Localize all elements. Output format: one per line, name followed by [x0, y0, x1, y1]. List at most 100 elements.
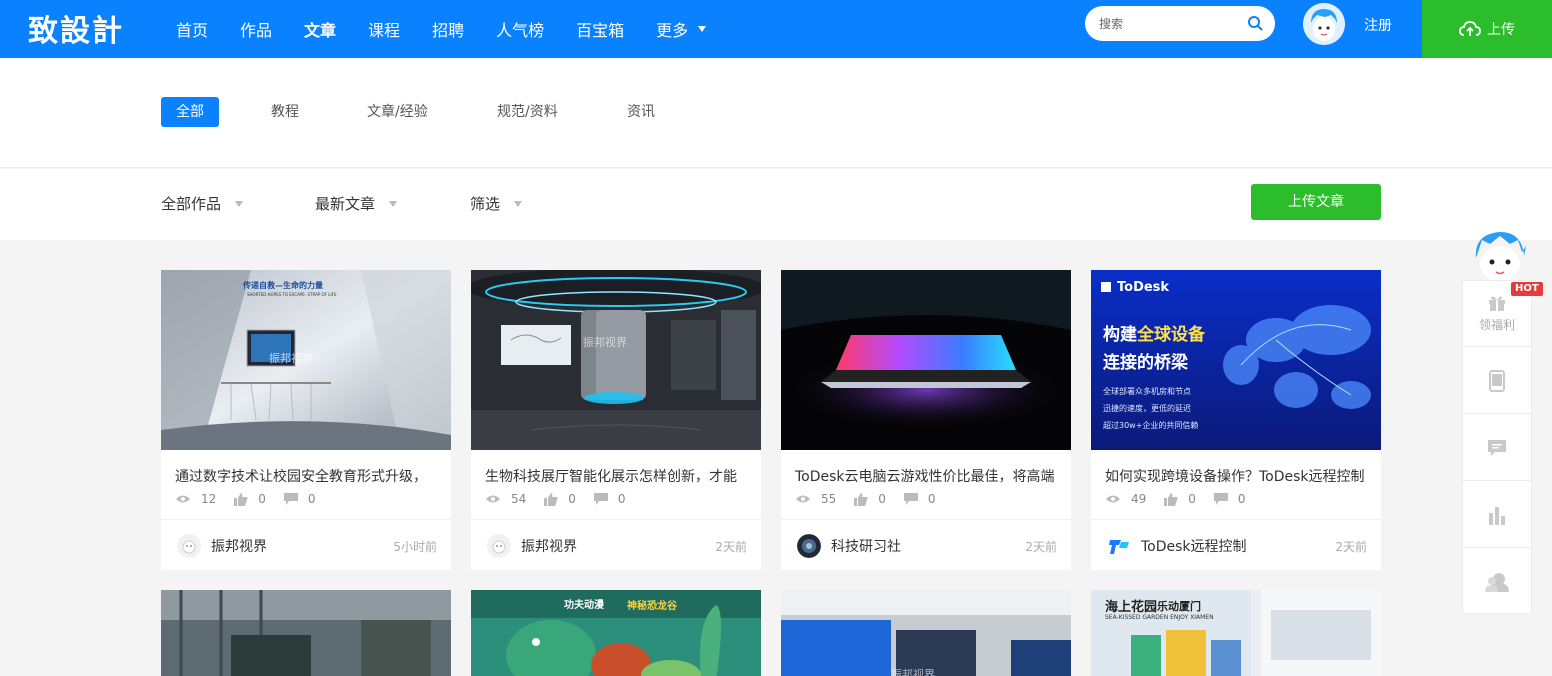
float-feedback[interactable] [1463, 415, 1531, 481]
card-title[interactable]: 通过数字技术让校园安全教育形式升级， [175, 466, 437, 486]
author-avatar [1107, 534, 1131, 558]
search-box [1085, 6, 1275, 41]
comment-icon [1213, 493, 1228, 505]
article-card-thumbnail[interactable]: 振邦视界 [781, 590, 1071, 676]
post-time: 5小时前 [393, 540, 437, 554]
hot-badge: HOT [1511, 282, 1543, 296]
card-thumbnail[interactable]: 传递自救—生命的力量 SHORTED HOPES TO ESCAPE- STRA… [161, 270, 451, 450]
nav-more-label: 更多 [656, 21, 689, 40]
card-divider [471, 519, 761, 520]
upload-button[interactable]: 上传 [1422, 0, 1552, 58]
nav-works[interactable]: 作品 [240, 17, 272, 41]
todesk-brand: ToDesk [1117, 280, 1170, 295]
article-card-thumbnail[interactable] [161, 590, 451, 676]
thumb-dino-text: 神秘恐龙谷 [627, 601, 677, 612]
card-author[interactable]: ToDesk远程控制 [1107, 534, 1247, 558]
register-link[interactable]: 注册 [1364, 15, 1392, 35]
article-card-thumbnail[interactable]: 功夫动漫 神秘恐龙谷 [471, 590, 761, 676]
thumbs-up-icon [1164, 492, 1178, 506]
filter-latest[interactable]: 最新文章 [315, 193, 398, 214]
like-count: 0 [878, 492, 886, 506]
float-mobile[interactable] [1463, 348, 1531, 414]
site-logo[interactable]: 致設計 [28, 6, 124, 50]
view-count: 55 [821, 492, 837, 506]
card-author[interactable]: 振邦视界 [177, 534, 267, 558]
view-count: 12 [201, 492, 217, 506]
author-avatar [797, 534, 821, 558]
card-divider [781, 519, 1071, 520]
card-stats: 55 0 0 [795, 492, 954, 506]
category-specs[interactable]: 规范/资料 [497, 97, 558, 127]
filter-screen[interactable]: 筛选 [470, 193, 523, 214]
mascot-icon[interactable] [1470, 228, 1530, 284]
float-welfare-label: 领福利 [1478, 318, 1515, 332]
todesk-bullet-1: 全球部署众多机房和节点 [1103, 387, 1191, 396]
thumb-kungfu-text: 功夫动漫 [564, 600, 604, 611]
card-stats: 12 0 0 [175, 492, 334, 506]
nav-courses[interactable]: 课程 [368, 17, 400, 41]
nav-jobs[interactable]: 招聘 [432, 17, 464, 41]
filter-screen-label: 筛选 [470, 195, 501, 213]
article-card: 振邦视界 生物科技展厅智能化展示怎样创新，才能 54 0 0 振邦视界 2天前 [471, 270, 761, 570]
article-card-thumbnail[interactable]: 海上花园 乐动厦门 SEA-KISSED GARDEN ENJOY XIAMEN [1091, 590, 1381, 676]
comment-icon [903, 493, 918, 505]
nav-toolbox[interactable]: 百宝箱 [576, 17, 624, 41]
upload-label: 上传 [1487, 22, 1515, 38]
card-thumbnail[interactable] [781, 270, 1071, 450]
float-ranking[interactable] [1463, 482, 1531, 548]
search-icon[interactable] [1247, 15, 1263, 31]
todesk-headline-2: 连接的桥梁 [1103, 353, 1188, 373]
category-experience[interactable]: 文章/经验 [367, 97, 428, 127]
thumb-banner-subtext: SHORTED HOPES TO ESCAPE- STRAP OF LIFE [247, 292, 337, 297]
category-tutorial[interactable]: 教程 [271, 97, 299, 127]
comment-count: 0 [307, 492, 316, 506]
card-title[interactable]: ToDesk云电脑云游戏性价比最佳，将高端 [795, 466, 1057, 486]
chevron-down-icon [698, 26, 707, 32]
card-title[interactable]: 如何实现跨境设备操作？ToDesk远程控制 [1105, 466, 1367, 486]
post-time: 2天前 [715, 540, 747, 554]
comment-icon [283, 493, 298, 505]
comment-icon [593, 493, 608, 505]
filter-bar: 全部作品 最新文章 筛选 上传文章 [0, 169, 1552, 240]
floating-sidebar: 领福利 [1462, 280, 1532, 614]
watermark-text: 振邦视界 [583, 336, 627, 349]
nav-home[interactable]: 首页 [176, 17, 208, 41]
thumb-garden-text-2: 乐动厦门 [1157, 600, 1201, 613]
filter-all-works[interactable]: 全部作品 [161, 193, 244, 214]
card-divider [1091, 519, 1381, 520]
eye-icon [1106, 495, 1120, 503]
bar-chart-icon [1489, 506, 1505, 525]
nav-articles[interactable]: 文章 [304, 17, 336, 41]
search-input[interactable] [1099, 14, 1239, 33]
chevron-down-icon [514, 200, 523, 207]
float-group[interactable] [1463, 549, 1531, 615]
thumb-garden-text: 海上花园 [1105, 600, 1158, 615]
card-author[interactable]: 科技研习社 [797, 534, 901, 558]
watermark-text: 振邦视界 [269, 352, 313, 365]
author-name: 振邦视界 [521, 539, 577, 555]
user-avatar[interactable] [1303, 3, 1345, 45]
card-title[interactable]: 生物科技展厅智能化展示怎样创新，才能 [485, 466, 747, 486]
upload-article-button[interactable]: 上传文章 [1251, 184, 1381, 220]
card-author[interactable]: 振邦视界 [487, 534, 577, 558]
filter-latest-label: 最新文章 [315, 195, 376, 213]
author-name: ToDesk远程控制 [1141, 539, 1247, 555]
category-news[interactable]: 资讯 [627, 97, 655, 127]
eye-icon [796, 495, 810, 503]
article-card: ToDesk 构建全球设备 连接的桥梁 全球部署众多机房和节点 迅捷的速度，更低… [1091, 270, 1381, 570]
thumbs-up-icon [234, 492, 248, 506]
comment-count: 0 [617, 492, 626, 506]
author-avatar [177, 534, 201, 558]
gift-icon [1489, 296, 1505, 311]
card-divider [161, 519, 451, 520]
eye-icon [176, 495, 190, 503]
like-count: 0 [258, 492, 266, 506]
card-thumbnail[interactable]: 振邦视界 [471, 270, 761, 450]
nav-more[interactable]: 更多 [656, 17, 707, 41]
thumbs-up-icon [854, 492, 868, 506]
nav-popular[interactable]: 人气榜 [496, 17, 544, 41]
category-all[interactable]: 全部 [161, 97, 219, 127]
chat-icon [1488, 439, 1506, 456]
view-count: 54 [511, 492, 527, 506]
card-thumbnail[interactable]: ToDesk 构建全球设备 连接的桥梁 全球部署众多机房和节点 迅捷的速度，更低… [1091, 270, 1381, 450]
